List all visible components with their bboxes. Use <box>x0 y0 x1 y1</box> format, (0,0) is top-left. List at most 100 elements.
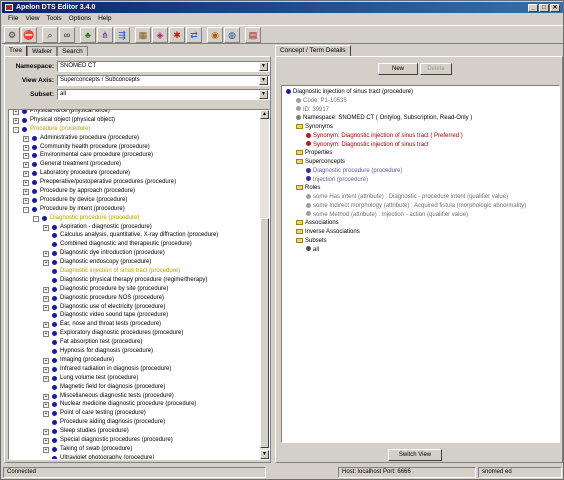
connect-icon[interactable]: ⚙ <box>4 27 20 43</box>
detail-row[interactable]: all <box>306 246 319 255</box>
tree-node[interactable]: + Procedure by approach (procedure) <box>9 187 269 196</box>
switch-view-button[interactable]: Switch View <box>388 449 442 461</box>
scrollbar-thumb[interactable] <box>260 218 269 448</box>
expand-icon[interactable]: + <box>23 180 29 187</box>
tree-node[interactable]: + Taking of swab (procedure) <box>9 445 269 454</box>
chevron-down-icon[interactable]: ▼ <box>259 62 268 71</box>
tree-node[interactable]: Procedure aiding diagnosis (procedure) <box>9 418 269 427</box>
tree-node[interactable]: + Preoperative/postoperative procedures (… <box>9 178 269 187</box>
expand-icon[interactable]: + <box>43 366 49 373</box>
namespace-select[interactable]: SNOMED CT ▼ <box>57 61 270 72</box>
tree-icon[interactable]: ♣ <box>80 27 96 43</box>
expand-icon[interactable]: + <box>23 144 29 151</box>
expand-icon[interactable]: + <box>43 446 49 453</box>
tree-node[interactable]: + Lung volume test (procedure) <box>9 374 269 383</box>
search-icon[interactable]: ⌕ <box>42 27 58 43</box>
expand-icon[interactable]: + <box>43 260 49 267</box>
expand-icon[interactable]: + <box>43 331 49 338</box>
expand-icon[interactable]: + <box>43 411 49 418</box>
expand-icon[interactable]: + <box>23 171 29 178</box>
detail-row[interactable]: Subsets <box>296 237 327 246</box>
tree-node[interactable]: + Procedure by device (procedure) <box>9 196 269 205</box>
detail-row[interactable]: some Has intent (attribute) : Diagnostic… <box>306 193 508 202</box>
tree-node[interactable]: + Environmental care procedure (procedure… <box>9 151 269 160</box>
expand-icon[interactable]: + <box>43 393 49 400</box>
detail-row[interactable]: Injection (procedure) <box>306 176 368 185</box>
tree-node[interactable]: Ultraviolet photography (procedure) <box>9 454 269 459</box>
tree-scrollbar[interactable]: ▲ ▼ <box>260 110 269 459</box>
tree-node[interactable]: + Diagnostic procedure by site (procedure… <box>9 285 269 294</box>
chevron-down-icon[interactable]: ▼ <box>259 90 268 99</box>
scroll-down-icon[interactable]: ▼ <box>260 450 269 459</box>
tree-node[interactable]: Diagnostic injection of sinus tract (pro… <box>9 267 269 276</box>
expand-icon[interactable]: + <box>43 322 49 329</box>
detail-row[interactable]: Namespace: SNOMED CT ( Ontylog, Subscrip… <box>296 114 472 123</box>
menu-view[interactable]: View <box>25 14 39 24</box>
tree-node[interactable]: Magnetic field for diagnosis (procedure) <box>9 383 269 392</box>
expand-icon[interactable]: + <box>23 197 29 204</box>
tree-node[interactable]: + Sleep studies (procedure) <box>9 427 269 436</box>
detail-row[interactable]: some Indirect morphology (attribute) : A… <box>306 202 526 211</box>
tree-node[interactable]: + Community health procedure (procedure) <box>9 143 269 152</box>
detail-row[interactable]: Inverse Associations <box>296 228 360 237</box>
tree-node[interactable]: + Exploratory diagnostic procedures (proc… <box>9 329 269 338</box>
subset-select[interactable]: all ▼ <box>57 89 270 100</box>
menu-help[interactable]: Help <box>98 14 111 24</box>
tree-node[interactable]: + Infrared radiation in diagnosis (proced… <box>9 365 269 374</box>
expand-icon[interactable]: + <box>13 110 19 115</box>
tree-node[interactable]: Combined diagnostic and therapeutic (pro… <box>9 240 269 249</box>
collapse-icon[interactable]: - <box>13 126 19 133</box>
expand-icon[interactable]: + <box>23 135 29 142</box>
tree-node[interactable]: + Imaging (procedure) <box>9 356 269 365</box>
tree-node[interactable]: + General treatment (procedure) <box>9 160 269 169</box>
tree-node[interactable]: Diagnostic video sound tape (procedure) <box>9 311 269 320</box>
tree-node[interactable]: + Diagnostic use of electricity (procedur… <box>9 303 269 312</box>
detail-row[interactable]: ID: 39917 <box>296 106 329 115</box>
tab-walker[interactable]: Walker <box>27 46 58 56</box>
concept-tree[interactable]: + Physical force (physical force) + Physica… <box>8 109 270 460</box>
tree-node[interactable]: + Physical force (physical force) <box>9 110 269 116</box>
tab-concept-details[interactable]: Concept / Term Details <box>275 45 351 56</box>
expand-icon[interactable]: + <box>43 286 49 293</box>
disconnect-icon[interactable]: ⛔ <box>21 27 37 43</box>
merge-icon[interactable]: ⇶ <box>114 27 130 43</box>
expand-icon[interactable]: + <box>23 153 29 160</box>
detail-row[interactable]: Associations <box>296 219 339 228</box>
expand-icon[interactable]: + <box>43 304 49 311</box>
expand-icon[interactable]: + <box>23 189 29 196</box>
menu-tools[interactable]: Tools <box>46 14 61 24</box>
detail-row[interactable]: Properties <box>296 149 332 158</box>
diff-icon[interactable]: ⇄ <box>186 27 202 43</box>
menu-file[interactable]: File <box>8 14 18 24</box>
tree-node[interactable]: - Diagnostic procedure (procedure) <box>9 214 269 223</box>
bug-icon[interactable]: ✱ <box>169 27 185 43</box>
detail-row[interactable]: Diagnostic injection of sinus tract (pro… <box>286 88 413 97</box>
detail-row[interactable]: Superconcepts <box>296 158 345 167</box>
maximize-button[interactable]: □ <box>539 4 549 12</box>
tree-node[interactable]: + Laboratory procedure (procedure) <box>9 169 269 178</box>
expand-icon[interactable]: + <box>13 117 19 124</box>
tree-node[interactable]: + Physical object (physical object) <box>9 116 269 125</box>
tree-node[interactable]: Calculus analysis, quantitative, X-ray d… <box>9 231 269 240</box>
book-icon[interactable]: ▤ <box>245 27 261 43</box>
detail-row[interactable]: Diagnostic procedure (procedure) <box>306 167 402 176</box>
binoculars-icon[interactable]: ∞ <box>59 27 75 43</box>
grid-icon[interactable]: ▦ <box>135 27 151 43</box>
detail-row[interactable]: some Method (attribute) : Injection - ac… <box>306 211 468 220</box>
expand-icon[interactable]: + <box>43 437 49 444</box>
view-axis-select[interactable]: Superconcepts / Subconcepts ▼ <box>57 75 270 86</box>
detail-row[interactable]: Code: P1-10535 <box>296 97 347 106</box>
tree-node[interactable]: + Miscellaneous diagnostic tests (procedu… <box>9 392 269 401</box>
delete-button[interactable]: Delete <box>420 63 452 75</box>
chevron-down-icon[interactable]: ▼ <box>259 76 268 85</box>
tree-node[interactable]: + Point of care testing (procedure) <box>9 409 269 418</box>
collapse-icon[interactable]: - <box>23 206 29 213</box>
expand-icon[interactable]: + <box>43 429 49 436</box>
tree-node[interactable]: + Diagnostic endoscopy (procedure) <box>9 258 269 267</box>
detail-row[interactable]: Synonym: Diagnostic injection of sinus t… <box>306 141 429 150</box>
tree-node[interactable]: - Procedure (procedure) <box>9 125 269 134</box>
expand-icon[interactable]: + <box>43 357 49 364</box>
tree-node[interactable]: Hypnosis for diagnosis (procedure) <box>9 347 269 356</box>
detail-row[interactable]: Roles <box>296 184 320 193</box>
tree-node[interactable]: + Special diagnostic procedures (procedur… <box>9 436 269 445</box>
